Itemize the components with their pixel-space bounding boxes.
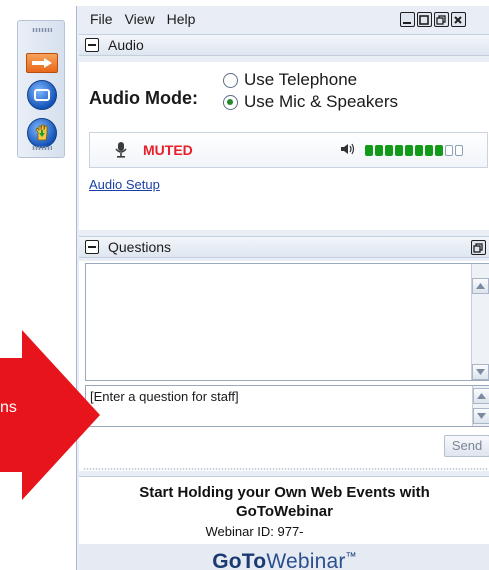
audio-panel: Audio Mode: Use Telephone Use Mic & Spea… — [79, 62, 489, 230]
questions-collapse-button[interactable] — [85, 240, 99, 254]
maximize-icon — [419, 15, 429, 25]
input-scroll-down-button[interactable] — [473, 408, 489, 424]
meter-segment — [395, 145, 403, 156]
popout-icon — [473, 243, 483, 253]
chevron-down-icon — [476, 369, 485, 375]
close-button[interactable] — [451, 12, 466, 27]
send-button[interactable]: Send — [444, 435, 489, 457]
logo-goto: GoTo — [212, 550, 267, 570]
raise-hand-button[interactable] — [26, 117, 58, 149]
window-controls — [400, 12, 466, 27]
audio-mode-label: Audio Mode: — [89, 88, 198, 108]
grip-dots-top[interactable] — [32, 28, 52, 32]
audio-status-bar: MUTED — [89, 132, 488, 168]
radio-use-mic-speakers[interactable]: Use Mic & Speakers — [223, 92, 398, 112]
logo-trademark: ™ — [345, 551, 357, 563]
popout-button[interactable] — [471, 240, 486, 255]
audio-collapse-button[interactable] — [85, 38, 99, 52]
minimize-icon — [403, 22, 411, 24]
audio-section-title: Audio — [108, 37, 144, 53]
volume-level-meter — [365, 145, 463, 156]
meter-segment — [455, 145, 463, 156]
maximize-button[interactable] — [417, 12, 432, 27]
control-panel-window: File View Help Audio Audio Mode: Use Tel… — [76, 6, 489, 570]
questions-log — [85, 263, 489, 381]
chevron-up-icon — [476, 283, 485, 289]
menu-help[interactable]: Help — [167, 11, 196, 27]
question-input[interactable]: [Enter a question for staff] — [85, 385, 489, 427]
radio-telephone-label: Use Telephone — [244, 70, 358, 89]
gotowebinar-logo[interactable]: GoToWebinar™ — [79, 544, 489, 570]
meter-segment — [435, 145, 443, 156]
grip-dots-bottom[interactable] — [32, 146, 52, 150]
grab-tab[interactable] — [17, 20, 65, 158]
meter-segment — [365, 145, 373, 156]
microphone-icon[interactable] — [115, 142, 127, 158]
radio-use-telephone[interactable]: Use Telephone — [223, 70, 357, 90]
restore-button[interactable] — [434, 12, 449, 27]
chevron-up-icon — [477, 393, 486, 399]
annotation-arrow-text: ns — [0, 399, 17, 416]
promo-product-name: GoToWebinar — [236, 503, 333, 520]
arrow-right-icon — [32, 58, 52, 68]
questions-log-scrollbar[interactable] — [471, 264, 489, 380]
meter-segment — [385, 145, 393, 156]
meter-segment — [445, 145, 453, 156]
questions-panel: [Enter a question for staff] Send — [79, 261, 489, 471]
resize-grip[interactable] — [83, 468, 488, 470]
promo-panel: Start Holding your Own Web Events with G… — [79, 476, 489, 570]
muted-status: MUTED — [143, 142, 193, 158]
radio-mic-speakers-label: Use Mic & Speakers — [244, 92, 398, 111]
meter-segment — [405, 145, 413, 156]
meter-segment — [425, 145, 433, 156]
raise-hand-icon — [27, 118, 57, 148]
scroll-up-button[interactable] — [472, 278, 489, 294]
scroll-down-button[interactable] — [472, 364, 489, 380]
logo-webinar: Webinar — [266, 550, 346, 570]
menu-view[interactable]: View — [125, 11, 155, 27]
audio-setup-link[interactable]: Audio Setup — [89, 177, 160, 192]
radio-mic-speakers-dot[interactable] — [223, 94, 238, 110]
close-icon — [454, 16, 462, 24]
show-hide-panel-button[interactable] — [26, 53, 58, 73]
screen-button[interactable] — [26, 79, 58, 111]
promo-headline: Start Holding your Own Web Events with — [139, 484, 430, 501]
webinar-id: Webinar ID: 977- — [205, 524, 304, 539]
chevron-down-icon — [477, 413, 486, 419]
input-scroll-up-button[interactable] — [473, 388, 489, 404]
audio-section-header: Audio — [79, 34, 489, 56]
questions-section-title: Questions — [108, 239, 172, 255]
screen-icon — [27, 80, 57, 110]
minimize-button[interactable] — [400, 12, 415, 27]
restore-icon — [436, 15, 446, 25]
meter-segment — [415, 145, 423, 156]
speaker-icon — [340, 143, 356, 158]
meter-segment — [375, 145, 383, 156]
questions-section-header: Questions — [79, 236, 489, 258]
menu-file[interactable]: File — [90, 11, 113, 27]
question-input-scrollbar[interactable] — [472, 386, 489, 426]
radio-telephone-dot[interactable] — [223, 72, 238, 88]
